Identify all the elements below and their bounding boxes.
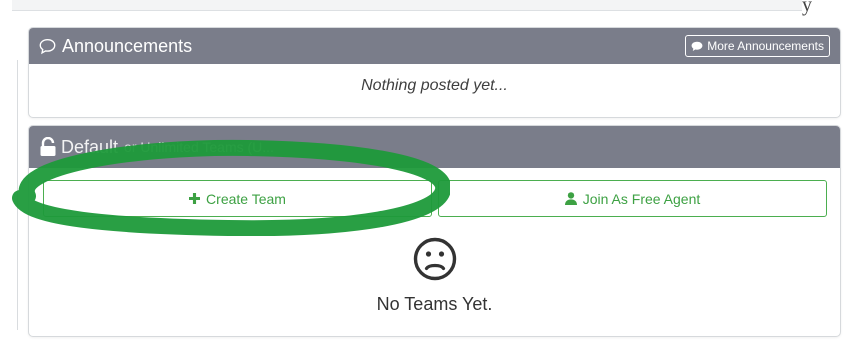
speech-bubble-icon (691, 41, 703, 51)
announcements-empty-text: Nothing posted yet... (361, 77, 508, 94)
top-strip (12, 0, 802, 11)
sad-face-icon (413, 237, 456, 281)
join-free-agent-label: Join As Free Agent (582, 190, 701, 207)
plus-icon (189, 193, 201, 204)
join-free-agent-button[interactable]: Join As Free Agent (438, 180, 827, 217)
lock-icon (40, 137, 56, 156)
create-team-label: Create Team (206, 190, 286, 207)
create-team-button[interactable]: Create Team (43, 180, 432, 217)
teams-title: Default (61, 136, 119, 157)
left-divider (17, 60, 18, 330)
speech-bubble-icon (39, 38, 56, 54)
more-announcements-label: More Announcements (707, 39, 824, 53)
teams-panel: Default or Unlimited Teams (U... Create … (28, 125, 841, 337)
user-icon (564, 192, 577, 205)
team-actions: Create Team Join As Free Agent (43, 180, 827, 217)
announcements-title: Announcements (62, 35, 193, 56)
announcements-header: Announcements More Announcements (29, 28, 840, 64)
announcements-body: Nothing posted yet... (29, 64, 840, 108)
corner-text: y (802, 0, 812, 16)
teams-subtitle: or Unlimited Teams (U... (124, 139, 274, 155)
more-announcements-button[interactable]: More Announcements (685, 35, 830, 57)
sad-face-container (29, 236, 840, 282)
teams-header: Default or Unlimited Teams (U... (29, 126, 840, 168)
no-teams-text: No Teams Yet. (376, 294, 493, 314)
announcements-panel: Announcements More Announcements Nothing… (28, 27, 841, 118)
